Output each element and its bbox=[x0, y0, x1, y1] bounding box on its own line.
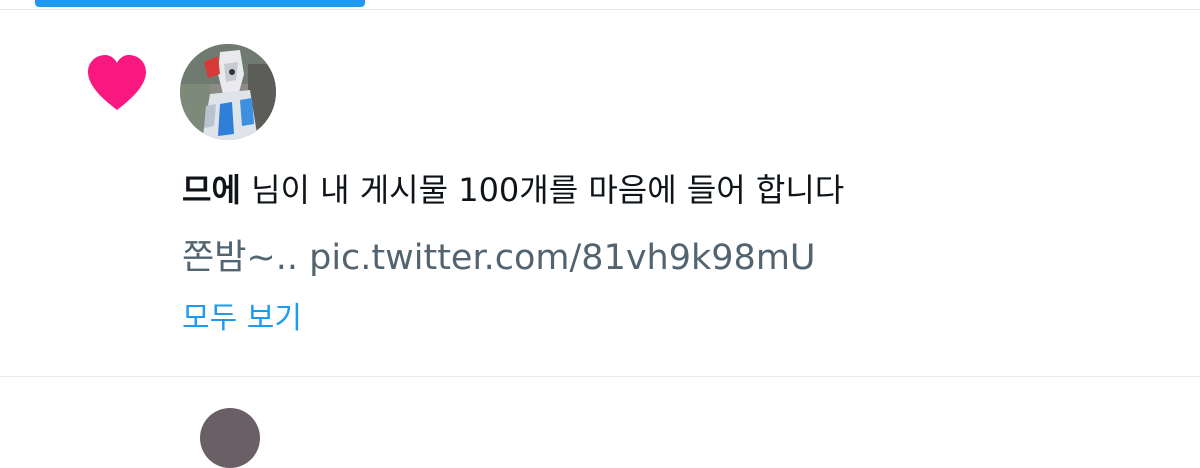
user-name-link[interactable]: 므에 bbox=[182, 171, 241, 209]
heart-icon bbox=[88, 55, 146, 110]
show-all-link[interactable]: 모두 보기 bbox=[182, 297, 302, 341]
bottom-divider bbox=[0, 376, 1200, 377]
next-notification-avatar[interactable] bbox=[200, 408, 260, 468]
notification-message: 님이 내 게시물 100개를 마음에 들어 합니다 bbox=[240, 171, 845, 209]
tweet-preview-text: 쫀밤~.. pic.twitter.com/81vh9k98mU bbox=[182, 238, 816, 278]
active-tab-indicator bbox=[35, 0, 365, 7]
user-avatar[interactable] bbox=[180, 44, 276, 140]
top-divider bbox=[0, 9, 1200, 10]
notification-text: 므에 님이 내 게시물 100개를 마음에 들어 합니다 bbox=[182, 168, 844, 212]
